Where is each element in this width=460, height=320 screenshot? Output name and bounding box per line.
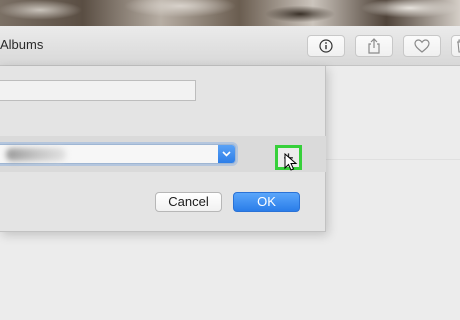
share-icon [368, 38, 380, 54]
album-select[interactable] [0, 144, 236, 164]
favorite-button[interactable] [403, 35, 441, 57]
chevron-down-icon[interactable] [218, 145, 235, 163]
album-select-value [6, 148, 66, 161]
mouse-pointer-icon [284, 153, 298, 171]
content-divider [326, 159, 460, 160]
info-icon [319, 39, 333, 53]
info-button[interactable] [307, 35, 345, 57]
share-button[interactable] [355, 35, 393, 57]
delete-button[interactable] [451, 35, 460, 57]
window-title: Albums [0, 37, 44, 52]
heart-icon [414, 39, 430, 53]
window-toolbar: Albums [0, 26, 460, 66]
cancel-button[interactable]: Cancel [155, 192, 222, 212]
trash-icon [457, 39, 460, 53]
album-name-field[interactable] [0, 80, 196, 101]
ok-button[interactable]: OK [233, 192, 300, 212]
desktop-wallpaper [0, 0, 460, 26]
